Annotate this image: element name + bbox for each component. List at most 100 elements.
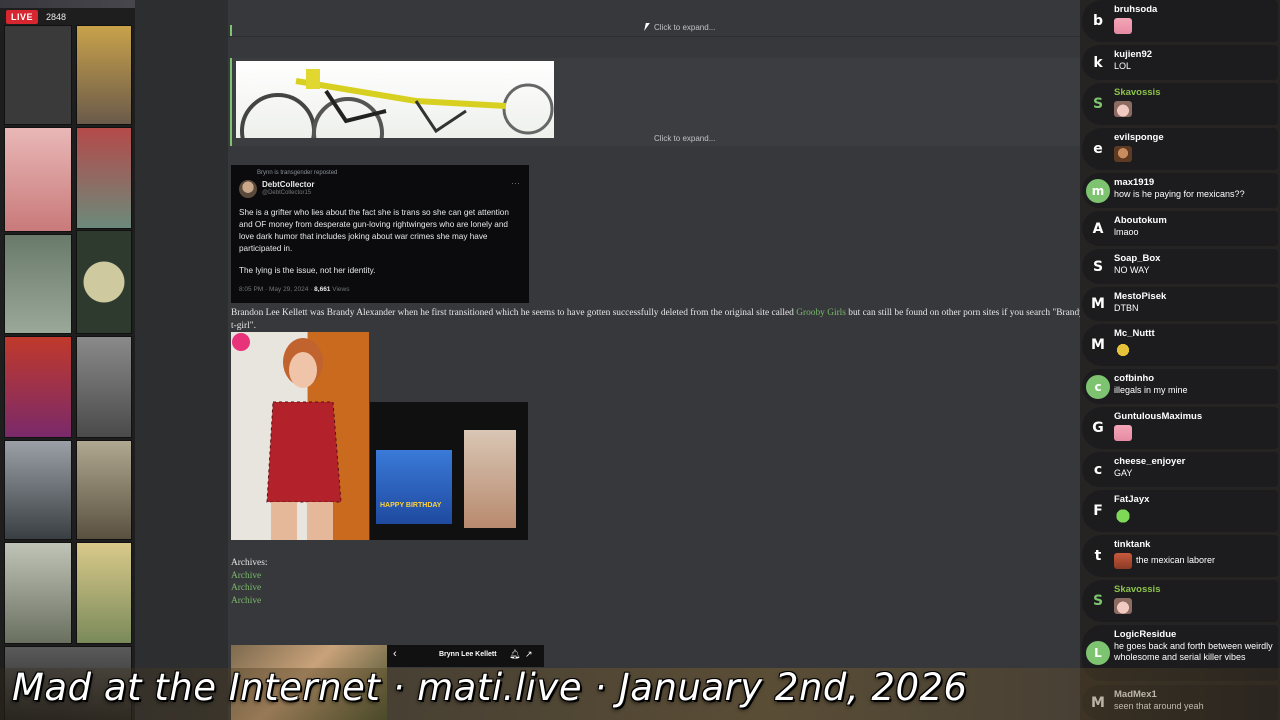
chat-text: illegals in my mine (1114, 385, 1188, 395)
recumbent-trike-image[interactable] (236, 61, 554, 138)
archives-section: Archives: Archive Archive Archive (231, 557, 267, 608)
photo-image[interactable] (231, 332, 369, 540)
chat-username[interactable]: bruhsoda (1114, 4, 1157, 15)
birthday-post-image[interactable]: HAPPY BIRTHDAY (370, 402, 528, 540)
tweet-body-2: The lying is the issue, not her identity… (239, 266, 376, 275)
collage-tile (4, 234, 72, 334)
tweet-author: DebtCollector (262, 180, 315, 189)
chat-text: the mexican laborer (1136, 555, 1216, 565)
chat-text: lmaoo (1114, 227, 1139, 237)
chat-username[interactable]: FatJayx (1114, 494, 1149, 505)
chat-username[interactable]: evilsponge (1114, 132, 1164, 143)
grooby-girls-link[interactable]: Grooby Girls (796, 308, 846, 318)
archive-link-3[interactable]: Archive (231, 595, 267, 608)
comic-collage-background (0, 0, 135, 720)
chat-username[interactable]: Mc_Nuttt (1114, 328, 1155, 339)
chat-username[interactable]: max1919 (1114, 177, 1154, 188)
chat-username[interactable]: Aboutokum (1114, 215, 1167, 226)
viewer-count: 2848 (46, 12, 67, 22)
chat-avatar: c (1086, 458, 1110, 482)
chat-message: S Skavossis (1082, 83, 1278, 125)
tweet-screenshot[interactable]: Brynn is transgender reposted DebtCollec… (231, 165, 529, 303)
bell-icon: 🔔︎ (509, 649, 521, 659)
chat-username[interactable]: MestoPisek (1114, 291, 1166, 302)
chat-username[interactable]: kujien92 (1114, 49, 1152, 60)
birthday-text: HAPPY BIRTHDAY (380, 502, 442, 509)
collage-tile (76, 127, 132, 229)
collage-tile (4, 542, 72, 644)
collage-tile (76, 336, 132, 438)
chat-username[interactable]: cofbinho (1114, 373, 1154, 384)
chat-emote (1114, 146, 1132, 162)
collage-tile (76, 25, 132, 125)
tweet-views-count: 8,661 (314, 286, 331, 293)
chat-username[interactable]: cheese_enjoyer (1114, 456, 1185, 467)
chat-text: DTBN (1114, 303, 1139, 313)
chat-message: k kujien92 LOL (1082, 45, 1278, 80)
stream-caption: Mad at the Internet · mati.live · Januar… (12, 666, 968, 709)
chat-username[interactable]: tinktank (1114, 539, 1150, 550)
divider (228, 36, 1080, 37)
tweet-time: 8:05 PM · May 29, 2024 · (239, 286, 315, 293)
birthday-photo (376, 450, 452, 524)
chat-avatar: F (1086, 499, 1110, 523)
chat-emote (1114, 18, 1132, 34)
collage-tile (4, 440, 72, 540)
article-content: Click to expand... Click to expand... Br… (228, 0, 1080, 720)
chat-emote (1114, 508, 1132, 524)
click-to-expand-link[interactable]: Click to expand... (654, 23, 715, 32)
chat-avatar: t (1086, 544, 1110, 568)
trike-illustration (240, 69, 554, 138)
chat-text: how is he paying for mexicans?? (1114, 189, 1245, 199)
chat-message: b bruhsoda (1082, 0, 1278, 42)
chat-emote (1114, 598, 1132, 614)
page-gutter (135, 0, 228, 720)
collage-tile (76, 440, 132, 540)
collage-tile (76, 542, 132, 644)
chat-message: F FatJayx (1082, 490, 1278, 532)
chat-username[interactable]: Soap_Box (1114, 253, 1160, 264)
chat-message: m max1919 how is he paying for mexicans?? (1082, 173, 1278, 208)
chat-avatar: A (1086, 217, 1110, 241)
archive-link-2[interactable]: Archive (231, 582, 267, 595)
phone-header: ‹ Brynn Lee Kellett 🔔︎ ↗ (387, 645, 544, 667)
chat-emote (1114, 342, 1132, 358)
paragraph-text: Brandon Lee Kellett was Brandy Alexander… (231, 308, 797, 318)
photo-figure (232, 333, 342, 540)
chat-username[interactable]: LogicResidue (1114, 629, 1176, 640)
chat-username[interactable]: Skavossis (1114, 584, 1160, 595)
chat-message: S Skavossis (1082, 580, 1278, 622)
live-indicator: LIVE 2848 (6, 10, 66, 24)
chat-username[interactable]: Skavossis (1114, 87, 1160, 98)
chat-avatar: m (1086, 179, 1110, 203)
second-photo (464, 430, 516, 528)
article-paragraph: Brandon Lee Kellett was Brandy Alexander… (231, 307, 1080, 333)
chat-emote (1114, 425, 1132, 441)
chat-text: LOL (1114, 61, 1132, 71)
chat-emote (1114, 553, 1132, 569)
click-to-expand-link[interactable]: Click to expand... (654, 134, 715, 143)
chat-message: S Soap_Box NO WAY (1082, 249, 1278, 284)
archive-link-1[interactable]: Archive (231, 570, 267, 583)
chat-message: t tinktank the mexican laborer (1082, 535, 1278, 577)
chat-avatar: L (1086, 641, 1110, 665)
chat-avatar: c (1086, 375, 1110, 399)
chat-message: M MestoPisek DTBN (1082, 287, 1278, 321)
collage-tile (4, 336, 72, 438)
chat-emote (1114, 101, 1132, 117)
chat-message: A Aboutokum lmaoo (1082, 211, 1278, 246)
chat-message: c cheese_enjoyer GAY (1082, 452, 1278, 487)
tweet-avatar (239, 180, 257, 198)
tweet-meta: 8:05 PM · May 29, 2024 · 8,661 Views (239, 286, 349, 293)
more-options-icon: ··· (511, 178, 520, 188)
repost-label: Brynn is transgender reposted (257, 170, 338, 176)
tweet-body: She is a grifter who lies about the fact… (239, 208, 509, 253)
chat-text: NO WAY (1114, 265, 1150, 275)
quote-bar (230, 25, 232, 36)
chat-avatar: S (1086, 589, 1110, 613)
chat-username[interactable]: GuntulousMaximus (1114, 411, 1202, 422)
collage-tile (76, 230, 132, 334)
chat-avatar: k (1086, 51, 1110, 75)
chat-avatar: M (1086, 333, 1110, 357)
chat-message: e evilsponge (1082, 128, 1278, 170)
